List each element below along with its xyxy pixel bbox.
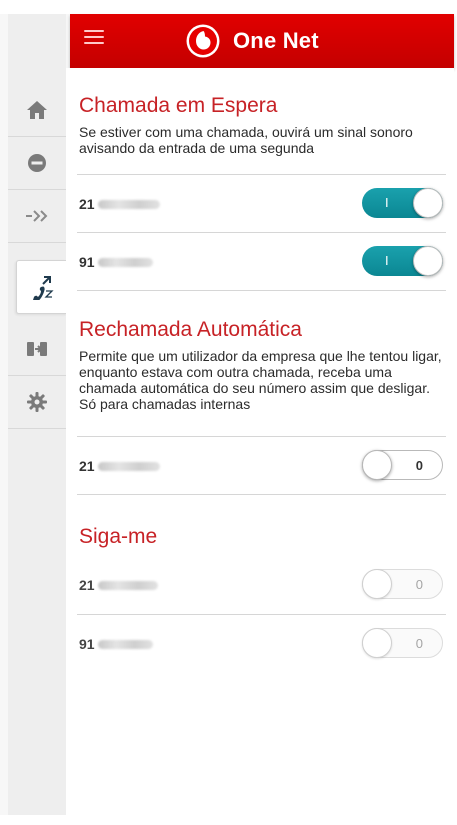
divider (77, 290, 446, 291)
app-header: One Net (70, 14, 454, 68)
sidebar-item-home[interactable] (8, 84, 66, 137)
follow-me-section: Siga-me (79, 525, 444, 549)
menu-line (84, 36, 104, 38)
toggle-knob (362, 569, 392, 599)
redacted-digits (97, 199, 160, 209)
auto-recall-section: Rechamada Automática Permite que um util… (79, 318, 444, 412)
menu-line (84, 30, 104, 32)
toggle-state-label: 0 (415, 636, 423, 651)
app-title: One Net (233, 28, 319, 53)
call-waiting-toggle[interactable]: I (362, 246, 443, 276)
sidebar-item-do-not-disturb[interactable] (8, 137, 66, 190)
main-content: Chamada em Espera Se estiver com uma cha… (66, 68, 454, 815)
vodafone-logo-icon (186, 24, 220, 58)
sidebar-item-forwarding[interactable] (8, 190, 66, 243)
toggle-state-label: 0 (415, 458, 423, 473)
toggle-knob (413, 188, 443, 218)
phone-number-prefix: 91 (79, 254, 95, 270)
toggle-state-label: I (385, 195, 389, 210)
toggle-state-label: 0 (415, 577, 423, 592)
section-description: Se estiver com uma chamada, ouvirá um si… (79, 124, 413, 156)
toggle-knob (413, 246, 443, 276)
menu-line (84, 42, 104, 44)
list-item: 91 I (77, 232, 446, 291)
section-description: Permite que um utilizador da empresa que… (79, 348, 442, 412)
divider (77, 494, 446, 495)
follow-me-toggle[interactable]: 0 (362, 628, 443, 658)
redacted-digits (97, 257, 153, 267)
auto-recall-toggle[interactable]: 0 (362, 450, 443, 480)
list-item: 21 I (77, 174, 446, 233)
screen-bezel-bottom (0, 815, 457, 825)
phone-number: 21 (79, 458, 160, 474)
sidebar-item-settings[interactable] (8, 376, 66, 429)
toggle-state-label: I (385, 253, 389, 268)
call-waiting-toggle[interactable]: I (362, 188, 443, 218)
phone-number: 91 (79, 254, 153, 270)
phone-number-prefix: 91 (79, 636, 95, 652)
redacted-digits (97, 580, 158, 590)
call-waiting-section: Chamada em Espera Se estiver com uma cha… (79, 94, 444, 156)
gear-icon (26, 391, 48, 413)
sidebar-item-transfer[interactable] (8, 323, 66, 376)
forward-arrows-icon (25, 209, 49, 223)
redacted-digits (97, 639, 153, 649)
list-item: 91 0 (77, 614, 446, 673)
sidebar-item-call-waiting[interactable] (16, 260, 67, 314)
redacted-digits (97, 461, 160, 471)
brand: One Net (186, 23, 319, 59)
phone-number: 21 (79, 196, 160, 212)
section-title: Chamada em Espera (79, 94, 278, 117)
call-waiting-icon (29, 274, 55, 300)
phone-number-prefix: 21 (79, 196, 95, 212)
hamburger-menu-button[interactable] (84, 30, 106, 50)
phone-number-prefix: 21 (79, 577, 95, 593)
section-title: Rechamada Automática (79, 318, 302, 341)
toggle-knob (362, 450, 392, 480)
list-item: 21 0 (77, 436, 446, 495)
toggle-knob (362, 628, 392, 658)
phone-number-prefix: 21 (79, 458, 95, 474)
phone-number: 91 (79, 636, 153, 652)
list-item: 21 0 (77, 556, 446, 614)
screen-bezel-top (0, 0, 457, 14)
sidebar (8, 14, 67, 815)
follow-me-toggle[interactable]: 0 (362, 569, 443, 599)
home-icon (26, 100, 48, 120)
do-not-disturb-icon (27, 153, 47, 173)
section-title: Siga-me (79, 525, 158, 548)
transfer-icon (26, 339, 48, 359)
phone-number: 21 (79, 577, 158, 593)
